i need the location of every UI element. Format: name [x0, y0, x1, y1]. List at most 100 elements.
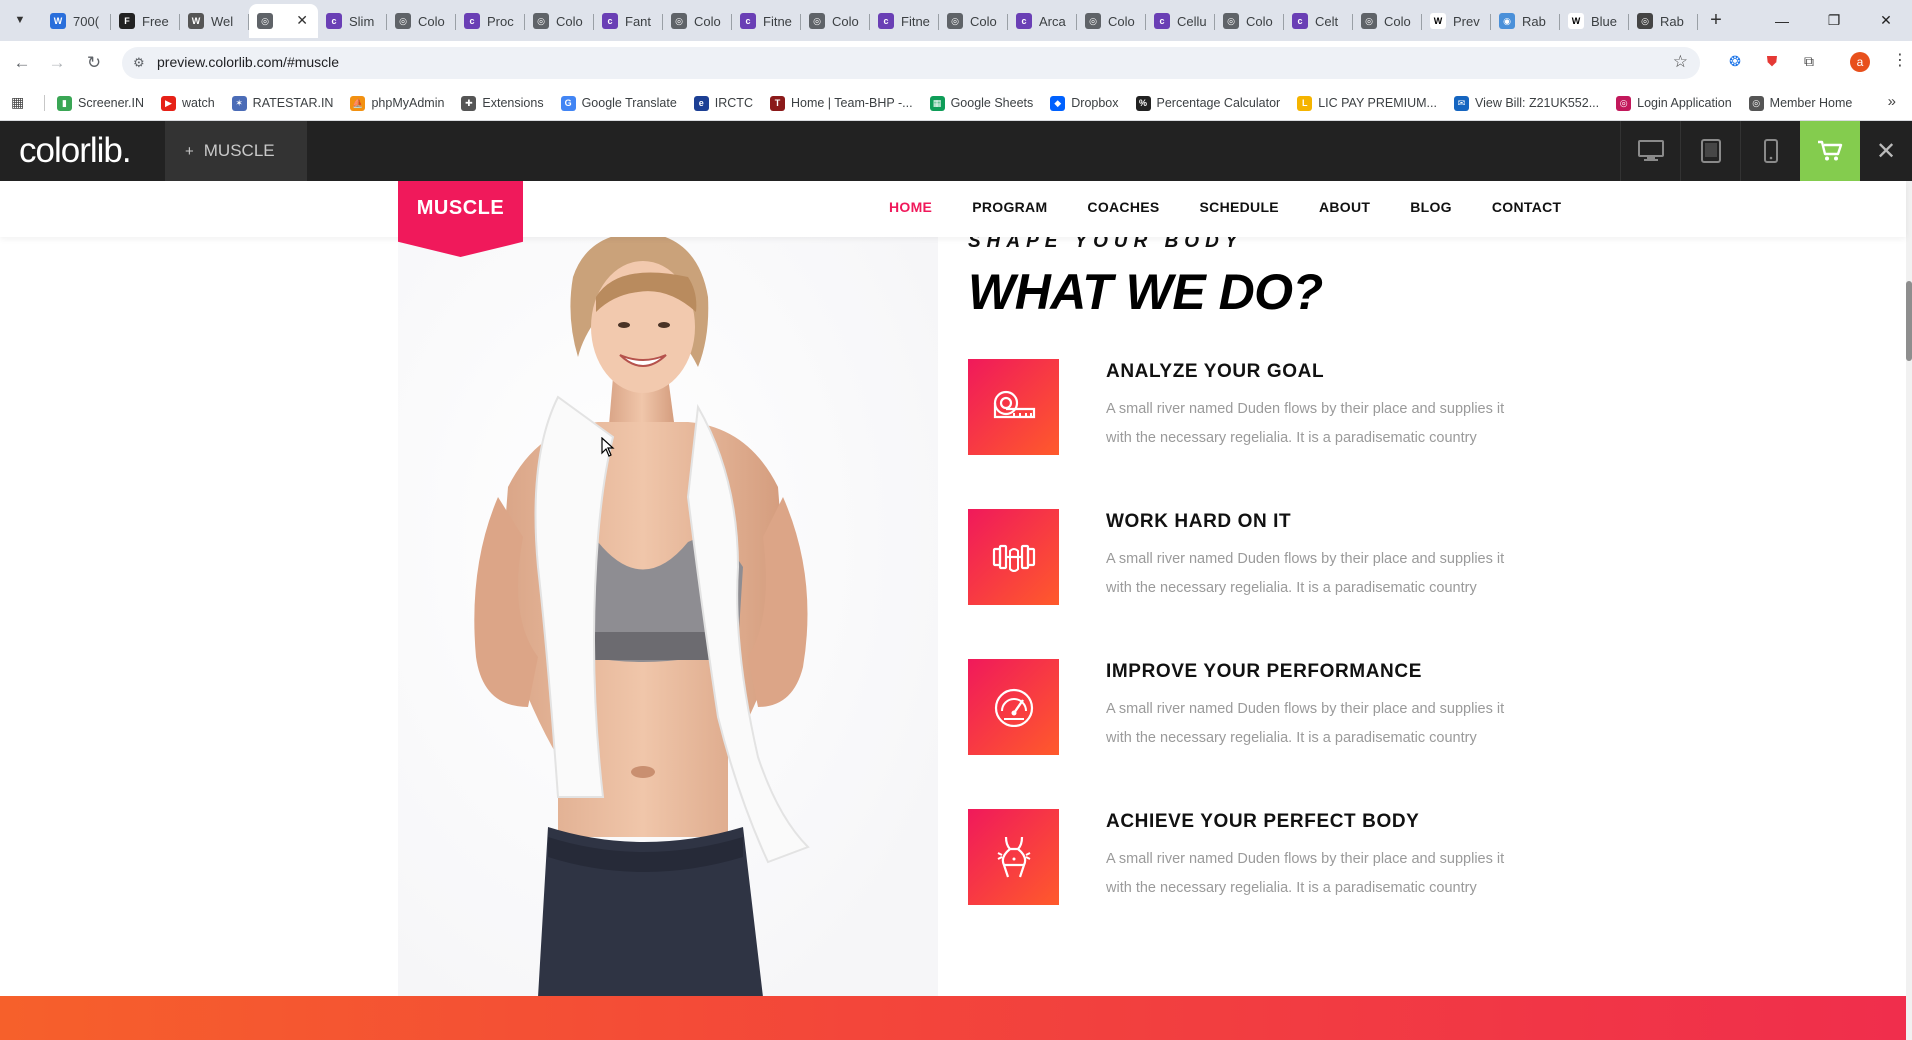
minimize-icon[interactable]: — [1756, 0, 1808, 41]
bookmark-item[interactable]: ◎ Member Home [1748, 95, 1852, 111]
close-window-icon[interactable]: ✕ [1860, 0, 1912, 41]
bookmark-item[interactable]: ✉ View Bill: Z21UK552... [1453, 95, 1599, 111]
forward-arrow-icon[interactable]: → [43, 49, 71, 77]
desktop-view-icon[interactable] [1620, 121, 1680, 181]
browser-tab[interactable]: W Wel [180, 4, 249, 38]
page-scrollbar[interactable] [1906, 181, 1912, 1040]
more-bookmarks-chevron-icon[interactable]: » [1888, 93, 1896, 110]
nav-link-contact[interactable]: CONTACT [1492, 199, 1562, 215]
address-bar[interactable]: ⚙ preview.colorlib.com/#muscle ☆ [122, 47, 1700, 79]
nav-link-blog[interactable]: BLOG [1410, 199, 1452, 215]
bookmark-item[interactable]: G Google Translate [560, 95, 677, 111]
extension-globe-icon[interactable]: ❂ [1724, 50, 1746, 72]
profile-avatar[interactable]: a [1850, 52, 1870, 72]
back-arrow-icon[interactable]: ← [8, 49, 36, 77]
service-description: A small river named Duden flows by their… [1106, 401, 1505, 446]
browser-tab[interactable]: ◎ Rab [1629, 4, 1698, 38]
bookmark-item[interactable]: ◎ Login Application [1616, 95, 1732, 111]
site-info-icon[interactable]: ⚙ [133, 55, 145, 71]
tab-favicon-icon: c [1292, 13, 1308, 29]
bookmark-item[interactable]: ▦ Google Sheets [929, 95, 1033, 111]
browser-tab[interactable]: F Free [111, 4, 180, 38]
measuring-tape-icon [968, 359, 1059, 455]
close-preview-icon[interactable]: ✕ [1860, 121, 1912, 181]
browser-menu-icon[interactable]: ⋮ [1892, 50, 1908, 70]
bookmark-item[interactable]: ▮ Screener.IN [57, 95, 144, 111]
browser-tab[interactable]: W Blue [1560, 4, 1629, 38]
cart-icon[interactable] [1800, 121, 1860, 181]
nav-link-home[interactable]: HOME [889, 199, 932, 215]
browser-tab[interactable]: c Fitne [732, 4, 801, 38]
bookmark-item[interactable]: ◆ Dropbox [1050, 95, 1119, 111]
body-shape-icon [968, 809, 1059, 905]
reload-icon[interactable]: ↻ [80, 49, 108, 77]
apps-grid-icon[interactable]: ▦ [11, 94, 24, 111]
extensions-puzzle-icon[interactable]: ⧉ [1798, 50, 1820, 72]
tab-title: Colo [970, 13, 997, 29]
dumbbell-icon [968, 509, 1059, 605]
bookmark-item[interactable]: e IRCTC [693, 95, 753, 111]
browser-tab[interactable]: ◎ Colo [1077, 4, 1146, 38]
browser-tab[interactable]: c Cellu [1146, 4, 1215, 38]
extension-shield-icon[interactable]: ⛊ [1761, 50, 1783, 72]
tablet-view-icon[interactable] [1680, 121, 1740, 181]
new-tab-plus-icon[interactable]: + [1704, 8, 1728, 32]
colorlib-logo[interactable]: colorlib. [19, 131, 132, 171]
fitness-woman-image [398, 237, 938, 997]
tab-favicon-icon: ◎ [809, 13, 825, 29]
browser-tab[interactable]: c Fitne [870, 4, 939, 38]
bookmark-item[interactable]: ▶ watch [161, 95, 215, 111]
browser-tab[interactable]: ◎ Colo [663, 4, 732, 38]
bookmark-favicon-icon: ✶ [231, 95, 247, 111]
browser-tab[interactable]: ◉ Rab [1491, 4, 1560, 38]
bookmark-favicon-icon: ▶ [161, 95, 177, 111]
nav-link-schedule[interactable]: SCHEDULE [1200, 199, 1279, 215]
nav-link-coaches[interactable]: COACHES [1087, 199, 1159, 215]
nav-link-about[interactable]: ABOUT [1319, 199, 1370, 215]
bookmark-item[interactable]: ✚ Extensions [461, 95, 544, 111]
service-title: ACHIEVE YOUR PERFECT BODY [1106, 811, 1420, 832]
theme-selector[interactable]: + MUSCLE [165, 121, 307, 181]
browser-tab[interactable]: ◎ ✕ [249, 4, 318, 38]
restore-icon[interactable]: ❐ [1808, 0, 1860, 41]
browser-tab[interactable]: ◎ Colo [939, 4, 1008, 38]
browser-tab[interactable]: c Arca [1008, 4, 1077, 38]
tab-title: Proc [487, 13, 514, 29]
tab-title: Colo [1384, 13, 1411, 29]
bookmark-item[interactable]: T Home | Team-BHP -... [769, 95, 913, 111]
tab-favicon-icon: ◎ [1361, 13, 1377, 29]
tab-favicon-icon: ◎ [1223, 13, 1239, 29]
browser-tab[interactable]: c Slim [318, 4, 387, 38]
browser-tab[interactable]: ◎ Colo [1215, 4, 1284, 38]
browser-tab[interactable]: ◎ Colo [801, 4, 870, 38]
browser-tab[interactable]: c Proc [456, 4, 525, 38]
tab-title: Colo [832, 13, 859, 29]
tab-favicon-icon: c [602, 13, 618, 29]
preview-controls: ✕ [1620, 121, 1912, 181]
nav-link-program[interactable]: PROGRAM [972, 199, 1047, 215]
browser-tab[interactable]: ◎ Colo [387, 4, 456, 38]
bookmark-item[interactable]: L LIC PAY PREMIUM... [1297, 95, 1437, 111]
browser-tab[interactable]: W Prev [1422, 4, 1491, 38]
mobile-view-icon[interactable] [1740, 121, 1800, 181]
browser-tab[interactable]: c Fant [594, 4, 663, 38]
scrollbar-thumb[interactable] [1906, 281, 1912, 361]
browser-tab[interactable]: W 700( [42, 4, 111, 38]
bookmark-item[interactable]: ⛵ phpMyAdmin [350, 95, 444, 111]
bookmark-list: ▮ Screener.IN ▶ watch ✶ RATESTAR.IN ⛵ phpMyAdmi… [57, 85, 1869, 121]
bookmark-item[interactable]: ✶ RATESTAR.IN [231, 95, 333, 111]
tab-search-chevron-icon[interactable]: ▼ [8, 8, 32, 32]
bookmarks-bar: ▦ ▮ Screener.IN ▶ watch ✶ RATESTAR.IN ⛵ phpMyAd… [0, 85, 1912, 121]
browser-tab[interactable]: c Celt [1284, 4, 1353, 38]
service-item: ANALYZE YOUR GOAL A small river named Du… [968, 359, 1528, 455]
browser-tab[interactable]: ◎ Colo [1353, 4, 1422, 38]
site-navbar: MUSCLE HOME PROGRAM COACHES SCHEDULE ABOUT BL… [0, 181, 1906, 257]
bookmark-item[interactable]: % Percentage Calculator [1135, 95, 1280, 111]
tab-favicon-icon: W [1568, 13, 1584, 29]
tab-close-icon[interactable]: ✕ [296, 12, 308, 29]
bookmark-star-icon[interactable]: ☆ [1673, 52, 1688, 72]
tab-favicon-icon: c [464, 13, 480, 29]
url-text[interactable]: preview.colorlib.com/#muscle [157, 54, 339, 70]
site-logo[interactable]: MUSCLE [398, 181, 523, 257]
browser-tab[interactable]: ◎ Colo [525, 4, 594, 38]
